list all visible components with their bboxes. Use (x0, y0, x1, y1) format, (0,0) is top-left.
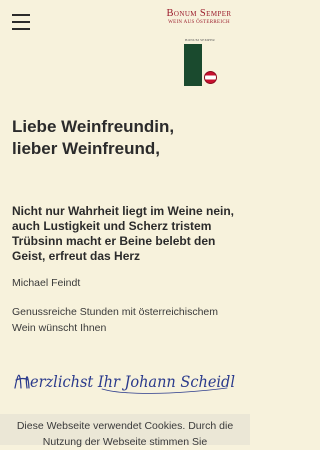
box-label: BONUM SEMPER (185, 38, 215, 42)
headline-line-1: Liebe Weinfreundin, (12, 117, 175, 136)
cookie-text: Diese Webseite verwendet Cookies. Durch … (16, 420, 234, 448)
brand-logo[interactable]: Bonum Semper WEIN AUS ÖSTERREICH BONUM S… (160, 8, 238, 90)
cookie-banner: Diese Webseite verwendet Cookies. Durch … (0, 414, 250, 448)
menu-icon[interactable] (12, 14, 30, 30)
headline-line-2: lieber Weinfreund, (12, 139, 160, 158)
wine-box-shape (184, 44, 202, 86)
logo-title: Bonum Semper (166, 8, 232, 19)
greeting-message: Genussreiche Stunden mit österreichische… (12, 306, 219, 334)
austria-flag-icon (204, 71, 217, 84)
poem-quote: Nicht nur Wahrheit liegt im Weine nein, … (12, 204, 235, 263)
page-title: Liebe Weinfreundin, lieber Weinfreund, (12, 116, 242, 160)
logo-subtitle: WEIN AUS ÖSTERREICH (168, 20, 230, 25)
wine-box-image: BONUM SEMPER (182, 38, 218, 90)
svg-text:erzlichst Ihr Johann Scheidl: erzlichst Ihr Johann Scheidl (30, 372, 235, 391)
signature-image: erzlichst Ihr Johann Scheidl (14, 372, 235, 394)
quote-author: Michael Feindt (12, 277, 81, 289)
